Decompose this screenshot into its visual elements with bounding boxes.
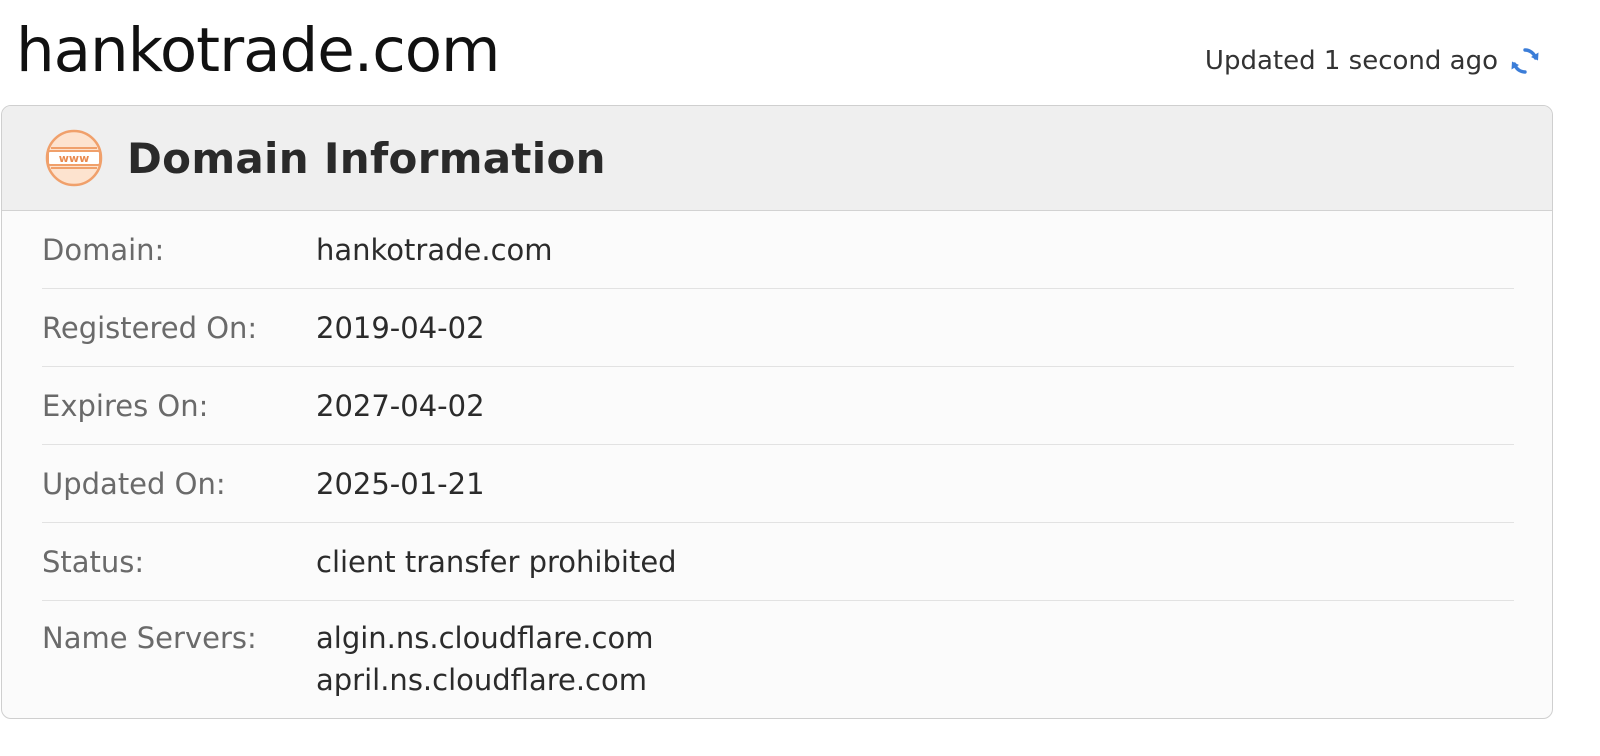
row-value: hankotrade.com bbox=[316, 232, 553, 267]
card-title: Domain Information bbox=[127, 133, 606, 183]
name-server: algin.ns.cloudflare.com bbox=[316, 621, 654, 655]
row-value: 2027-04-02 bbox=[316, 388, 485, 423]
row-label: Registered On: bbox=[42, 310, 258, 345]
last-updated: Updated 1 second ago bbox=[1205, 44, 1542, 78]
row-label: Status: bbox=[42, 544, 145, 579]
www-globe-icon: www bbox=[43, 127, 105, 189]
refresh-icon[interactable] bbox=[1508, 44, 1542, 78]
row-status: Status: client transfer prohibited bbox=[42, 523, 1514, 601]
row-value: 2019-04-02 bbox=[316, 310, 485, 345]
row-label: Expires On: bbox=[42, 388, 209, 423]
row-domain: Domain: hankotrade.com bbox=[42, 211, 1514, 289]
row-name-servers: Name Servers: algin.ns.cloudflare.com ap… bbox=[42, 601, 1514, 711]
name-server: april.ns.cloudflare.com bbox=[316, 663, 647, 697]
row-label: Domain: bbox=[42, 232, 165, 267]
row-expires-on: Expires On: 2027-04-02 bbox=[42, 367, 1514, 445]
row-registered-on: Registered On: 2019-04-02 bbox=[42, 289, 1514, 367]
row-label: Updated On: bbox=[42, 466, 226, 501]
row-updated-on: Updated On: 2025-01-21 bbox=[42, 445, 1514, 523]
row-value: client transfer prohibited bbox=[316, 544, 677, 579]
page: hankotrade.com Updated 1 second ago www bbox=[0, 0, 1600, 756]
domain-info-card: www Domain Information Domain: hankotrad… bbox=[1, 105, 1553, 719]
info-rows: Domain: hankotrade.com Registered On: 20… bbox=[42, 211, 1514, 711]
row-label: Name Servers: bbox=[42, 621, 257, 655]
name-server-list: algin.ns.cloudflare.com april.ns.cloudfl… bbox=[316, 621, 653, 697]
www-icon-label: www bbox=[59, 152, 90, 165]
row-value: 2025-01-21 bbox=[316, 466, 485, 501]
last-updated-text: Updated 1 second ago bbox=[1204, 46, 1498, 76]
card-header: www Domain Information bbox=[2, 106, 1552, 211]
page-title: hankotrade.com bbox=[16, 15, 500, 86]
